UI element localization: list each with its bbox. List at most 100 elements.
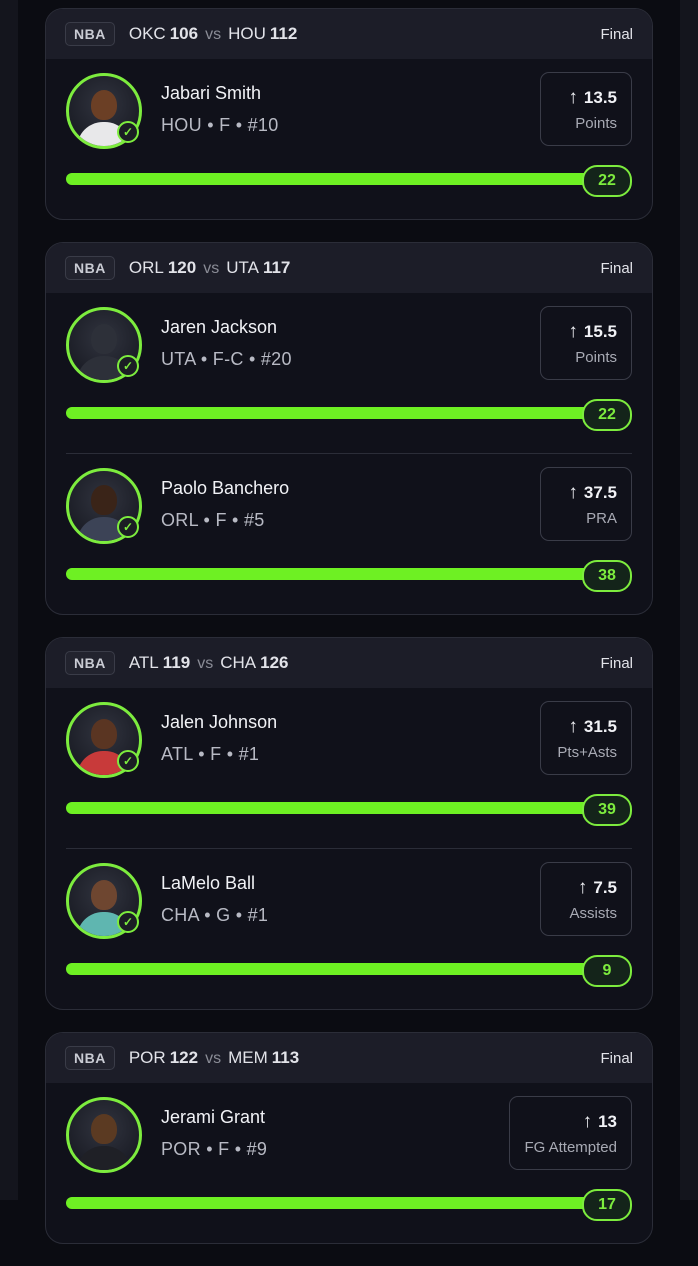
avatar-head xyxy=(91,485,117,515)
vs-label: vs xyxy=(197,655,214,672)
line-row: ↑ 15.5 xyxy=(555,321,617,343)
avatar-head xyxy=(91,324,117,354)
line-value: 31.5 xyxy=(583,717,617,736)
result-value: 22 xyxy=(582,165,632,197)
stat-line-box: ↑ 37.5 PRA xyxy=(540,467,632,541)
matchup: ATL 119 vs CHA 126 xyxy=(129,653,289,673)
player-pick[interactable]: ✓ Jalen Johnson ATL • F • #1 ↑ 31.5 Pts+… xyxy=(46,688,652,848)
player-name: Jerami Grant xyxy=(161,1107,266,1127)
player-name: Jalen Johnson xyxy=(161,712,278,732)
home-score: 126 xyxy=(260,653,289,672)
player-pick[interactable]: ✓ Paolo Banchero ORL • F • #5 ↑ 37.5 PRA… xyxy=(66,453,632,614)
player-meta: HOU • F • #10 xyxy=(161,115,279,135)
progress-fill xyxy=(66,1197,608,1209)
game-header: NBA OKC 106 vs HOU 112 Final xyxy=(46,9,652,59)
game-card[interactable]: NBA ATL 119 vs CHA 126 Final ✓ Jalen Joh… xyxy=(45,637,653,1010)
player-meta: ATL • F • #1 xyxy=(161,744,260,764)
arrow-up-icon: ↑ xyxy=(568,321,578,342)
player-meta: CHA • G • #1 xyxy=(161,905,269,925)
player-info: Paolo Banchero ORL • F • #5 xyxy=(161,478,289,531)
league-badge: NBA xyxy=(65,651,115,675)
player-meta: POR • F • #9 xyxy=(161,1139,268,1159)
result-value: 9 xyxy=(582,955,632,987)
away-team: OKC xyxy=(128,24,166,43)
check-icon: ✓ xyxy=(117,911,139,933)
stat-type: Assists xyxy=(569,905,617,922)
check-icon: ✓ xyxy=(117,750,139,772)
matchup: POR 122 vs MEM 113 xyxy=(129,1048,299,1068)
line-value: 7.5 xyxy=(593,878,617,897)
league-badge: NBA xyxy=(65,1046,115,1070)
game-card[interactable]: NBA POR 122 vs MEM 113 Final Jerami Gran… xyxy=(45,1032,653,1244)
line-row: ↑ 13.5 xyxy=(555,87,617,109)
home-score: 113 xyxy=(271,1048,300,1067)
player-name: LaMelo Ball xyxy=(161,873,256,893)
away-score: 106 xyxy=(169,24,199,43)
line-row: ↑ 7.5 xyxy=(555,877,617,899)
progress-bar: 38 xyxy=(66,560,632,592)
away-score: 122 xyxy=(169,1048,199,1067)
picks-feed: NBA OKC 106 vs HOU 112 Final ✓ Jabari Sm… xyxy=(45,8,653,1266)
home-score: 112 xyxy=(269,24,298,43)
game-card[interactable]: NBA ORL 120 vs UTA 117 Final ✓ Jaren Jac… xyxy=(45,242,653,615)
player-name: Jabari Smith xyxy=(161,83,262,103)
progress-fill xyxy=(66,963,608,975)
away-team: POR xyxy=(128,1048,166,1067)
arrow-up-icon: ↑ xyxy=(568,87,578,108)
player-meta: UTA • F-C • #20 xyxy=(161,349,292,369)
progress-bar: 17 xyxy=(66,1189,632,1221)
player-meta: ORL • F • #5 xyxy=(161,510,265,530)
away-score: 119 xyxy=(162,653,191,672)
progress-fill xyxy=(66,407,608,419)
avatar-head xyxy=(91,880,117,910)
progress-bar: 9 xyxy=(66,955,632,987)
game-header: NBA ATL 119 vs CHA 126 Final xyxy=(46,638,652,688)
matchup: ORL 120 vs UTA 117 xyxy=(129,258,291,278)
home-team: MEM xyxy=(228,1048,268,1067)
vs-label: vs xyxy=(205,26,222,43)
arrow-up-icon: ↑ xyxy=(582,1111,593,1132)
stat-type: Points xyxy=(575,115,617,132)
avatar-jersey xyxy=(77,1146,131,1170)
player-name: Paolo Banchero xyxy=(161,478,290,498)
home-team: CHA xyxy=(220,653,257,672)
player-pick[interactable]: ✓ Jabari Smith HOU • F • #10 ↑ 13.5 Poin… xyxy=(46,59,652,219)
check-icon: ✓ xyxy=(117,121,139,143)
game-status: Final xyxy=(600,259,633,277)
player-info: LaMelo Ball CHA • G • #1 xyxy=(161,873,268,926)
progress-fill xyxy=(66,802,608,814)
progress-fill xyxy=(66,173,608,185)
league-badge: NBA xyxy=(65,22,115,46)
check-icon: ✓ xyxy=(117,355,139,377)
player-pick[interactable]: ✓ Jaren Jackson UTA • F-C • #20 ↑ 15.5 P… xyxy=(46,293,652,453)
arrow-up-icon: ↑ xyxy=(577,877,588,898)
arrow-up-icon: ↑ xyxy=(568,716,578,737)
home-team: UTA xyxy=(226,258,259,277)
arrow-up-icon: ↑ xyxy=(568,482,578,503)
stat-line-box: ↑ 13 FG Attempted xyxy=(509,1096,632,1170)
game-header: NBA POR 122 vs MEM 113 Final xyxy=(46,1033,652,1083)
right-edge xyxy=(680,0,698,1200)
line-row: ↑ 37.5 xyxy=(555,482,617,504)
player-pick[interactable]: Jerami Grant POR • F • #9 ↑ 13 FG Attemp… xyxy=(46,1083,652,1243)
stat-line-box: ↑ 31.5 Pts+Asts xyxy=(540,701,632,775)
line-row: ↑ 13 xyxy=(524,1111,617,1133)
game-header: NBA ORL 120 vs UTA 117 Final xyxy=(46,243,652,293)
progress-fill xyxy=(66,568,608,580)
game-card[interactable]: NBA OKC 106 vs HOU 112 Final ✓ Jabari Sm… xyxy=(45,8,653,220)
stat-type: PRA xyxy=(586,510,617,527)
line-row: ↑ 31.5 xyxy=(555,716,617,738)
player-info: Jabari Smith HOU • F • #10 xyxy=(161,83,279,136)
stat-type: Points xyxy=(575,349,617,366)
player-info: Jaren Jackson UTA • F-C • #20 xyxy=(161,317,292,370)
player-pick[interactable]: ✓ LaMelo Ball CHA • G • #1 ↑ 7.5 Assists… xyxy=(66,848,632,1009)
home-team: HOU xyxy=(228,24,266,43)
line-value: 13.5 xyxy=(583,88,617,107)
vs-label: vs xyxy=(205,1050,222,1067)
matchup: OKC 106 vs HOU 112 xyxy=(129,24,297,44)
player-info: Jerami Grant POR • F • #9 xyxy=(161,1107,267,1160)
progress-bar: 22 xyxy=(66,399,632,431)
avatar-head xyxy=(91,90,117,120)
progress-bar: 39 xyxy=(66,794,632,826)
player-info: Jalen Johnson ATL • F • #1 xyxy=(161,712,277,765)
